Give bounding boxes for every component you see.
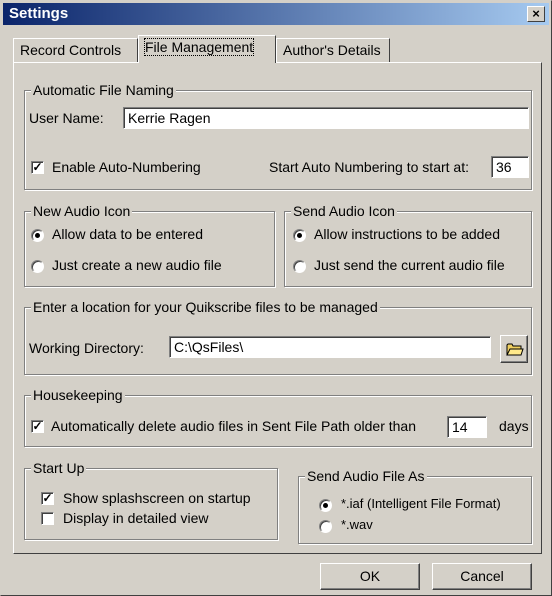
- tab-file-management[interactable]: File Management: [138, 35, 276, 63]
- title-bar[interactable]: Settings ×: [3, 3, 549, 25]
- allow-instructions-label: Allow instructions to be added: [314, 226, 500, 242]
- working-directory-input[interactable]: C:\QsFiles\: [169, 336, 491, 358]
- user-name-input[interactable]: Kerrie Ragen: [123, 107, 529, 129]
- new-audio-icon-group: New Audio Icon Allow data to be entered …: [24, 203, 275, 287]
- ok-button[interactable]: OK: [320, 563, 420, 590]
- close-icon: ×: [532, 6, 540, 21]
- group-legend: New Audio Icon: [31, 203, 133, 219]
- working-directory-label: Working Directory:: [29, 340, 144, 356]
- tab-authors-details[interactable]: Author's Details: [276, 38, 390, 62]
- folder-icon: [506, 343, 524, 356]
- settings-dialog: Settings × Record Controls File Manageme…: [0, 0, 552, 596]
- working-directory-group: Enter a location for your Quikscribe fil…: [24, 299, 532, 375]
- days-label: days: [499, 418, 529, 434]
- tab-label: Author's Details: [283, 42, 381, 58]
- enable-auto-numbering-checkbox[interactable]: ✓: [31, 161, 44, 174]
- window-title: Settings: [9, 5, 69, 22]
- start-auto-numbering-label: Start Auto Numbering to start at:: [269, 159, 469, 175]
- file-management-panel: Automatic File Naming User Name: Kerrie …: [13, 62, 542, 554]
- browse-folder-button[interactable]: [500, 335, 528, 363]
- housekeeping-group: Housekeeping ✓ Automatically delete audi…: [24, 387, 532, 447]
- group-legend: Enter a location for your Quikscribe fil…: [31, 299, 380, 315]
- splashscreen-label: Show splashscreen on startup: [63, 490, 251, 506]
- send-audio-file-as-group: Send Audio File As *.iaf (Intelligent Fi…: [298, 468, 532, 544]
- automatic-file-naming-group: Automatic File Naming User Name: Kerrie …: [24, 82, 532, 190]
- close-button[interactable]: ×: [527, 6, 545, 22]
- just-create-audio-radio[interactable]: [31, 260, 44, 273]
- group-legend: Start Up: [31, 460, 87, 476]
- wav-format-label: *.wav: [341, 517, 373, 532]
- just-send-audio-radio[interactable]: [293, 260, 306, 273]
- iaf-format-label: *.iaf (Intelligent File Format): [341, 496, 501, 511]
- allow-instructions-radio[interactable]: [293, 229, 306, 242]
- start-up-group: Start Up ✓ Show splashscreen on startup …: [24, 460, 278, 540]
- auto-delete-checkbox[interactable]: ✓: [31, 420, 44, 433]
- group-legend: Send Audio File As: [305, 468, 427, 484]
- send-audio-icon-group: Send Audio Icon Allow instructions to be…: [284, 203, 532, 287]
- cancel-button[interactable]: Cancel: [432, 563, 532, 590]
- tab-record-controls[interactable]: Record Controls: [13, 38, 138, 62]
- enable-auto-numbering-label: Enable Auto-Numbering: [52, 159, 201, 175]
- allow-data-entered-radio[interactable]: [31, 229, 44, 242]
- auto-delete-label: Automatically delete audio files in Sent…: [51, 418, 416, 434]
- group-legend: Housekeeping: [31, 387, 125, 403]
- tab-label: File Management: [143, 38, 255, 56]
- splashscreen-checkbox[interactable]: ✓: [41, 492, 54, 505]
- group-legend: Send Audio Icon: [291, 203, 397, 219]
- group-legend: Automatic File Naming: [31, 82, 176, 98]
- just-create-audio-label: Just create a new audio file: [52, 257, 222, 273]
- allow-data-entered-label: Allow data to be entered: [52, 226, 203, 242]
- just-send-audio-label: Just send the current audio file: [314, 257, 505, 273]
- user-name-label: User Name:: [29, 110, 104, 126]
- tab-label: Record Controls: [20, 42, 122, 58]
- days-input[interactable]: 14: [447, 416, 487, 438]
- iaf-format-radio[interactable]: [319, 499, 332, 512]
- detailed-view-label: Display in detailed view: [63, 510, 209, 526]
- detailed-view-checkbox[interactable]: [41, 512, 54, 525]
- start-number-input[interactable]: 36: [491, 156, 529, 178]
- wav-format-radio[interactable]: [319, 520, 332, 533]
